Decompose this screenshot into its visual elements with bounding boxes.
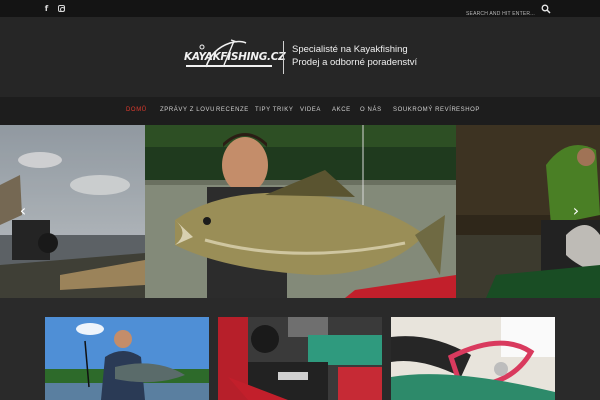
nav-item-zpravy-z-lovu[interactable]: ZPRÁVY Z LOVU xyxy=(160,107,215,113)
post-thumb-3[interactable] xyxy=(391,317,555,400)
site-header: KAYAKFISHING.CZ Specialisté na Kayakfish… xyxy=(0,17,600,97)
nav-item-akce[interactable]: AKCE xyxy=(332,107,351,113)
search-form xyxy=(463,2,553,21)
main-nav: DOMŮ ZPRÁVY Z LOVU RECENZE TIPY TRIKY VI… xyxy=(0,97,600,125)
slider-next-arrow-icon[interactable]: › xyxy=(570,203,582,219)
instagram-icon[interactable] xyxy=(57,3,66,14)
nav-item-recenze[interactable]: RECENZE xyxy=(216,107,249,113)
nav-item-o-nas[interactable]: O NÁS xyxy=(360,107,382,113)
page: f KAYAKFISHING.CZ Specialisté na Kayakfi… xyxy=(0,0,600,400)
nav-item-videa[interactable]: VIDEA xyxy=(300,107,321,113)
post-thumb-1[interactable] xyxy=(45,317,209,400)
hero-slider xyxy=(0,125,600,298)
site-logo[interactable]: KAYAKFISHING.CZ xyxy=(184,37,286,77)
post-thumb-2[interactable] xyxy=(218,317,382,400)
nav-item-tipy-triky[interactable]: TIPY TRIKY xyxy=(255,107,293,113)
search-icon[interactable] xyxy=(541,4,551,14)
nav-item-soukromy-revir[interactable]: SOUKROMÝ REVÍR xyxy=(393,107,456,113)
facebook-icon[interactable]: f xyxy=(43,3,50,14)
slide-center-image[interactable] xyxy=(145,125,456,298)
nav-item-domu[interactable]: DOMŮ xyxy=(126,107,147,113)
slider-prev-arrow-icon[interactable]: ‹ xyxy=(17,203,29,219)
header-divider xyxy=(283,41,284,74)
tagline-secondary: Prodej a odborné poradenství xyxy=(292,57,418,68)
tagline-primary: Specialisté na Kayakfishing xyxy=(292,44,408,55)
nav-item-eshop[interactable]: ESHOP xyxy=(456,107,480,113)
logo-underline xyxy=(186,65,272,67)
top-bar: f xyxy=(0,0,600,21)
logo-text: KAYAKFISHING.CZ xyxy=(184,51,286,63)
